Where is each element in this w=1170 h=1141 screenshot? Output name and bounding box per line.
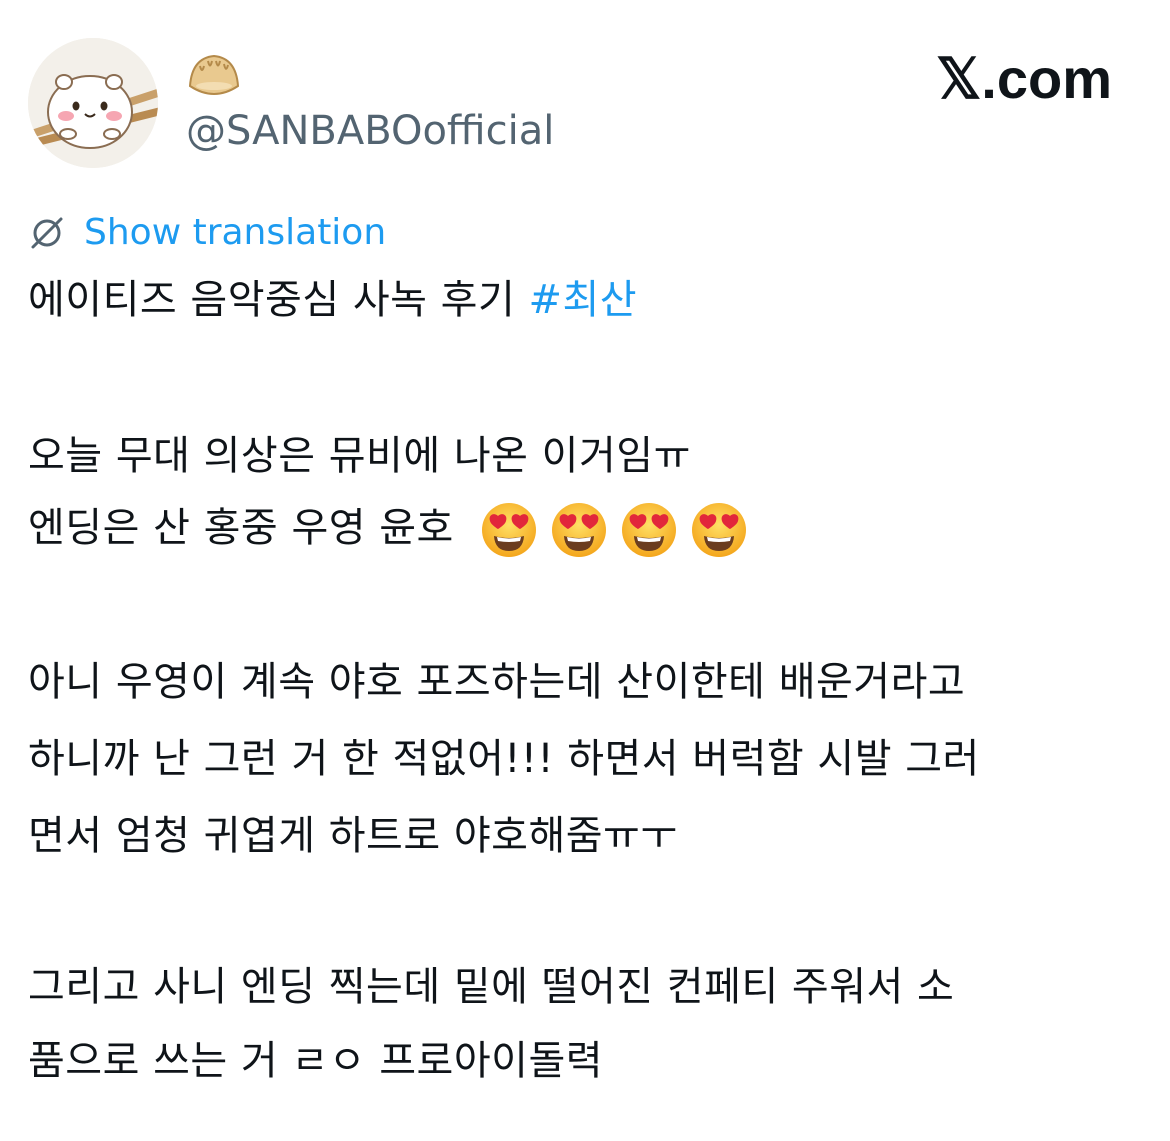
tweet-text: 에이티즈 음악중심 사녹 후기 bbox=[28, 277, 529, 323]
x-brand-logo: 𝕏.com bbox=[936, 47, 1112, 110]
show-translation-button[interactable]: Show translation bbox=[28, 208, 386, 258]
user-handle[interactable]: @SANBABOofficial bbox=[186, 106, 554, 156]
dumpling-icon bbox=[186, 46, 242, 102]
heart-eyes-emoji-icon bbox=[552, 503, 607, 557]
tweet-text-line-7: 그리고 사니 엔딩 찍는데 밑에 떨어진 컨페티 주워서 소 bbox=[28, 964, 955, 1010]
tweet-text: 엔딩은 산 홍중 우영 윤호 bbox=[28, 505, 454, 551]
show-translation-label: Show translation bbox=[84, 212, 387, 253]
hamster-avatar-icon bbox=[28, 38, 158, 168]
tweet-text-line-6: 면서 엄청 귀엽게 하트로 야호해줌ㅠㅜ bbox=[28, 813, 678, 859]
tweet-text-line-5: 하니까 난 그런 거 한 적없어!!! 하면서 버럭함 시발 그러 bbox=[28, 736, 980, 782]
tweet-text-line-8: 품으로 쓰는 거 ㄹㅇ 프로아이돌력 bbox=[28, 1038, 604, 1084]
translate-globe-icon bbox=[31, 217, 63, 249]
tweet-text-line-1: 에이티즈 음악중심 사녹 후기 #최산 bbox=[28, 270, 637, 330]
tweet-text-line-3: 엔딩은 산 홍중 우영 윤호 bbox=[28, 498, 759, 560]
avatar[interactable] bbox=[28, 38, 158, 168]
heart-eyes-emoji-icon bbox=[482, 503, 537, 557]
tweet-text-line-4: 아니 우영이 계속 야호 포즈하는데 산이한테 배운거라고 bbox=[28, 659, 966, 705]
hashtag-link[interactable]: #최산 bbox=[528, 277, 637, 323]
tweet-text-line-2: 오늘 무대 의상은 뮤비에 나온 이거임ㅠ bbox=[28, 433, 691, 479]
heart-eyes-emoji-icon bbox=[692, 503, 747, 557]
heart-eyes-emoji-icon bbox=[622, 503, 677, 557]
emoji-group bbox=[479, 500, 759, 560]
